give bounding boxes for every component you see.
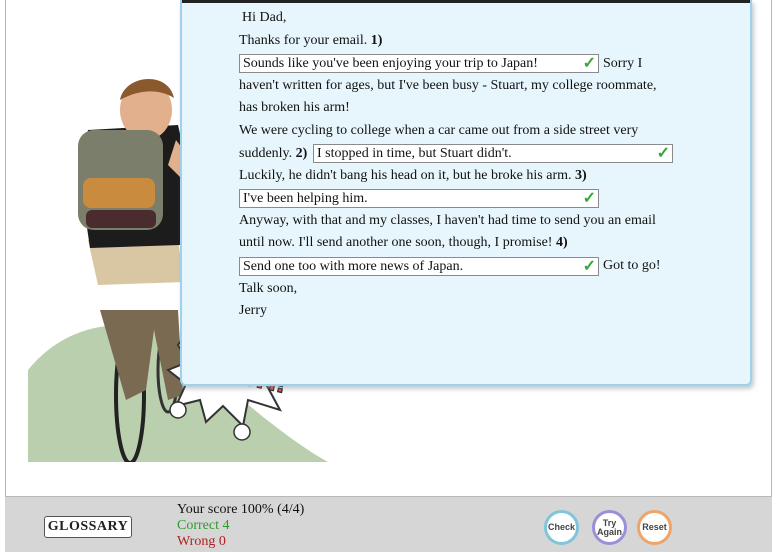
backpack-bottom [86,210,156,228]
frame-left-border [5,0,6,496]
try-label-line2: Again [596,526,622,537]
correct-count: Correct 4 [177,518,230,533]
until-now-text: until now. I'll send another one soon, t… [239,235,553,250]
paragraph4-line1: Anyway, with that and my classes, I have… [239,213,656,228]
intro-line: Thanks for your email. 1) [239,32,382,50]
reset-button-label: Reset [642,522,667,532]
answer-field-4[interactable]: Send one too with more news of Japan. ✓ [239,257,599,276]
greeting: Hi Dad, [242,10,287,25]
score-panel: Your score 100% (4/4) Correct 4 Wrong 0 [177,502,304,550]
try-again-label: Try Again [596,518,622,537]
answer-text-4: Send one too with more news of Japan. [243,259,464,274]
after-answer-1: Sorry I [603,56,643,71]
closing: Talk soon, [239,281,298,296]
try-again-button[interactable]: Try Again [592,510,627,545]
crash-puff [233,423,251,441]
question-number-3: 3) [575,168,587,183]
answer-text-2: I stopped in time, but Stuart didn't. [317,146,512,161]
signature: Jerry [239,303,267,318]
glossary-button[interactable]: GLOSSARY [44,516,132,538]
answer-field-3[interactable]: I've been helping him. ✓ [239,189,599,208]
luckily-text: Luckily, he didn't bang his head on it, … [239,168,572,183]
answer-text-1: Sounds like you've been enjoying your tr… [243,56,538,71]
footer-bar: GLOSSARY Your score 100% (4/4) Correct 4… [5,496,772,552]
reset-button[interactable]: Reset [637,510,672,545]
after-answer-4: Got to go! [603,258,661,273]
wrong-count: Wrong 0 [177,534,226,549]
question-number-4: 4) [555,235,568,250]
answer-text-3: I've been helping him. [243,191,368,206]
suddenly-text: suddenly. [239,146,293,161]
intro-text: Thanks for your email. [239,33,368,48]
backpack-pocket [83,178,155,208]
score-text: Your score 100% (4/4) [177,502,305,517]
paragraph1-line2: haven't written for ages, but I've been … [239,78,657,93]
check-icon: ✓ [582,55,596,72]
paragraph3-line1: Luckily, he didn't bang his head on it, … [239,167,587,185]
frame-right-border [771,0,772,496]
check-icon: ✓ [656,145,670,162]
paragraph2-line1: We were cycling to college when a car ca… [239,123,639,138]
question-number-1: 1) [370,33,383,48]
answer-field-1[interactable]: Sounds like you've been enjoying your tr… [239,54,599,73]
paragraph2-line2: suddenly. 2) [239,145,307,163]
answer-field-2[interactable]: I stopped in time, but Stuart didn't. ✓ [313,144,673,163]
check-button-label: Check [547,522,575,532]
check-icon: ✓ [582,258,596,275]
panel-top-bar [182,0,750,3]
paragraph4-line2: until now. I'll send another one soon, t… [239,234,568,252]
check-icon: ✓ [582,190,596,207]
check-button[interactable]: Check [544,510,579,545]
paragraph1-line3: has broken his arm! [239,100,350,115]
question-number-2: 2) [295,146,308,161]
crash-puff [169,401,187,419]
